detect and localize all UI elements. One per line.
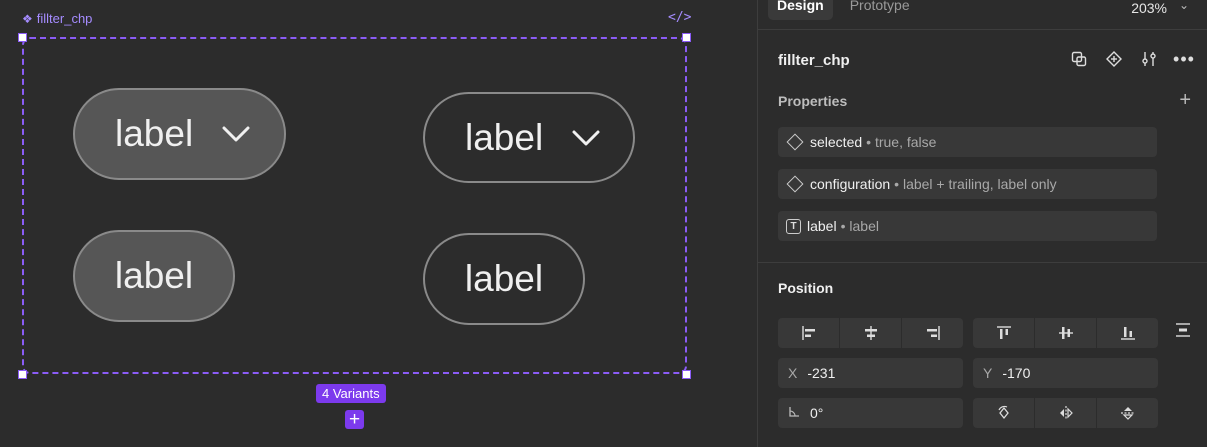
divider: [758, 262, 1207, 263]
design-canvas[interactable]: ❖ fillter_chp </> label label label labe…: [0, 0, 757, 447]
property-row-selected[interactable]: selected • true, false: [778, 127, 1157, 157]
rotate-button[interactable]: [973, 398, 1034, 428]
chip-label: label: [464, 258, 544, 299]
property-values: • label + trailing, label only: [894, 176, 1057, 192]
code-icon[interactable]: </>: [668, 10, 691, 25]
align-vertical-center-icon: [1058, 327, 1073, 339]
resize-handle-top-left[interactable]: [18, 33, 27, 42]
variant-diamond-icon: [786, 133, 804, 151]
align-right-button[interactable]: [901, 318, 963, 348]
align-vertical-center-button[interactable]: [1034, 318, 1096, 348]
align-right-icon: [926, 326, 940, 340]
chip-unselected-label-only[interactable]: label: [423, 233, 585, 325]
chip-unselected-trailing[interactable]: label: [423, 92, 635, 183]
property-row-label[interactable]: T label • label: [778, 211, 1157, 241]
chevron-down-icon[interactable]: ⌄: [1179, 0, 1189, 12]
align-bottom-button[interactable]: [1096, 318, 1158, 348]
y-label: Y: [983, 365, 993, 381]
variant-diamond-icon: [786, 175, 804, 193]
properties-title: Properties: [778, 93, 848, 109]
flip-vertical-icon: [1120, 407, 1135, 420]
align-horizontal-center-button[interactable]: [839, 318, 901, 348]
frame-title-label: fillter_chp: [36, 11, 93, 26]
frame-title[interactable]: ❖ fillter_chp: [22, 11, 92, 26]
component-set-icon: ❖: [22, 11, 33, 26]
horizontal-align-group: [778, 318, 963, 348]
property-name: configuration: [810, 176, 891, 192]
chip-label: label: [465, 116, 544, 158]
transform-group: [973, 398, 1158, 428]
align-top-icon: [996, 326, 1011, 339]
component-icon[interactable]: [1105, 50, 1123, 68]
more-icon[interactable]: •••: [1173, 49, 1194, 69]
chip-selected-label-only[interactable]: label: [73, 230, 235, 322]
position-title: Position: [778, 280, 834, 296]
distribute-spacing-icon[interactable]: [1175, 322, 1191, 343]
vertical-align-group: [973, 318, 1158, 348]
y-position-field[interactable]: Y -170: [973, 358, 1158, 388]
align-bottom-icon: [1120, 327, 1135, 340]
property-values: • label: [840, 218, 879, 234]
adjust-icon[interactable]: [1140, 50, 1158, 68]
flip-horizontal-button[interactable]: [1034, 398, 1096, 428]
add-variant-button[interactable]: +: [345, 410, 364, 429]
select-matching-icon[interactable]: [1070, 50, 1088, 68]
y-value: -170: [1002, 365, 1031, 381]
rotate-icon: [997, 405, 1009, 420]
align-horizontal-center-icon: [864, 326, 877, 340]
flip-horizontal-icon: [1059, 406, 1073, 420]
property-name: selected: [810, 134, 863, 150]
chip-label: label: [114, 255, 194, 296]
resize-handle-top-right[interactable]: [682, 33, 691, 42]
variants-badge[interactable]: 4 Variants: [316, 384, 386, 403]
rotation-field[interactable]: 0°: [778, 398, 963, 428]
flip-vertical-button[interactable]: [1096, 398, 1158, 428]
app-root: ❖ fillter_chp </> label label label labe…: [0, 0, 1207, 447]
align-top-button[interactable]: [973, 318, 1034, 348]
property-values: • true, false: [866, 134, 937, 150]
panel-tabs: Design Prototype: [768, 0, 919, 20]
resize-handle-bottom-left[interactable]: [18, 370, 27, 379]
resize-handle-bottom-right[interactable]: [682, 370, 691, 379]
chevron-down-icon: [222, 126, 250, 142]
chip-label: label: [115, 113, 194, 154]
rotation-value: 0°: [810, 405, 824, 421]
rotation-icon: [788, 405, 800, 421]
zoom-level[interactable]: 203%: [1131, 0, 1167, 16]
component-actions: •••: [1070, 49, 1194, 69]
component-name: fillter_chp: [778, 52, 850, 69]
chip-selected-trailing[interactable]: label: [73, 88, 286, 180]
tab-prototype[interactable]: Prototype: [841, 0, 919, 20]
design-panel: Design Prototype 203% ⌄ fillter_chp ••• …: [757, 0, 1207, 447]
align-left-icon: [801, 326, 815, 340]
divider: [758, 29, 1207, 30]
text-property-icon: T: [786, 218, 801, 234]
tab-design[interactable]: Design: [768, 0, 833, 20]
x-position-field[interactable]: X -231: [778, 358, 963, 388]
property-name: label: [807, 218, 837, 234]
property-row-configuration[interactable]: configuration • label + trailing, label …: [778, 169, 1157, 199]
x-value: -231: [807, 365, 836, 381]
plus-icon: +: [348, 409, 361, 430]
align-left-button[interactable]: [778, 318, 839, 348]
x-label: X: [788, 365, 798, 381]
add-property-icon[interactable]: +: [1179, 89, 1191, 112]
chevron-down-icon: [572, 130, 600, 145]
